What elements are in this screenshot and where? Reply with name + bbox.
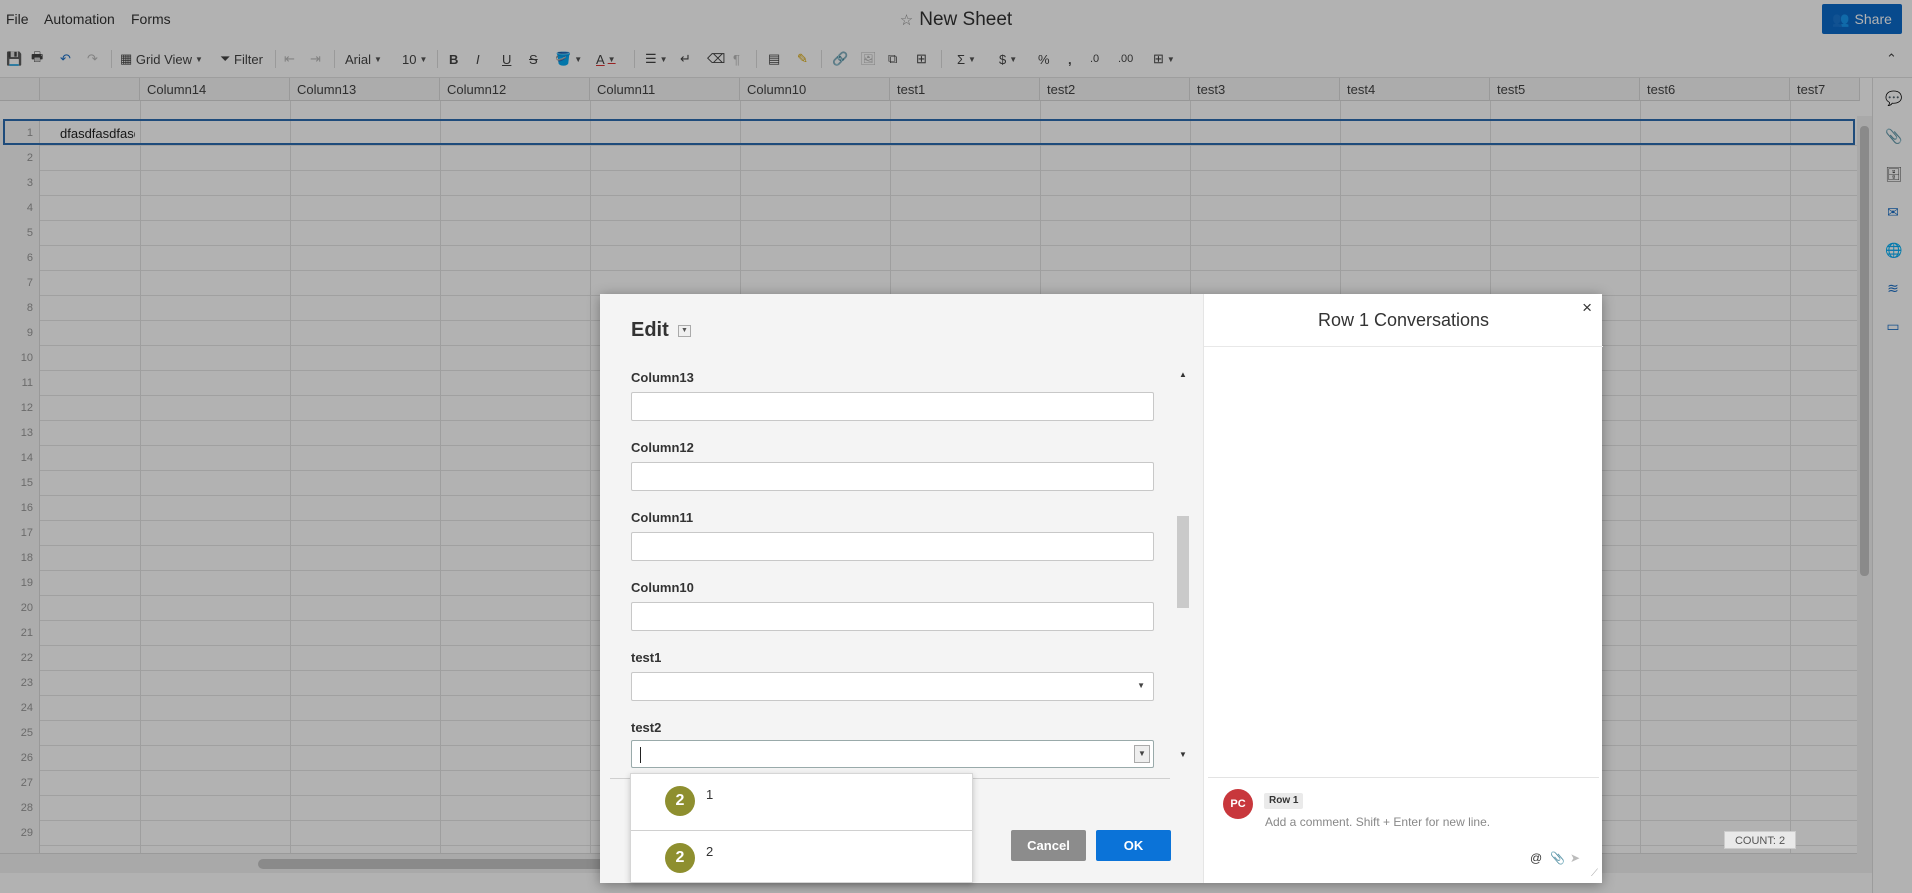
option-badge: 2 [665,786,695,816]
field-label: Column11 [631,510,694,525]
scroll-down-icon[interactable]: ▼ [1179,750,1187,759]
attach-icon[interactable]: 📎 [1550,851,1565,865]
divider [1204,346,1603,347]
row-reference-tag: Row 1 [1264,793,1304,809]
test2-select[interactable]: ▼ [631,740,1154,768]
chevron-down-icon[interactable]: ▼ [678,325,691,337]
chevron-down-icon[interactable]: ▼ [1134,745,1150,763]
edit-form-panel: Edit ▼ Column13 Column12 Column11 Column… [600,294,1203,883]
cancel-button[interactable]: Cancel [1011,830,1086,861]
column13-field[interactable] [631,392,1154,421]
test1-select[interactable]: ▼ [631,672,1154,701]
conversations-title: Row 1 Conversations [1317,310,1490,330]
comment-input[interactable]: Add a comment. Shift + Enter for new lin… [1265,815,1490,829]
column11-field[interactable] [631,532,1154,561]
field-label: test1 [631,650,662,665]
ok-button[interactable]: OK [1096,830,1171,861]
field-label: Column12 [631,440,694,455]
avatar: PC [1223,789,1253,819]
close-icon[interactable]: × [1582,298,1592,318]
text-cursor [640,747,641,763]
field-label: Column10 [631,580,694,595]
chevron-down-icon: ▼ [1137,681,1145,690]
selection-count: COUNT: 2 [1724,831,1796,849]
mention-icon[interactable]: @ [1530,851,1542,865]
send-icon[interactable]: ➤ [1570,851,1580,865]
dropdown-option[interactable]: 2 1 [631,774,972,831]
edit-row-dialog: Edit ▼ Column13 Column12 Column11 Column… [600,294,1603,883]
option-badge: 2 [665,843,695,873]
option-label: 1 [706,787,714,802]
conversations-panel: Row 1 Conversations × PC Row 1 Add a com… [1203,294,1603,883]
form-scrollbar-thumb[interactable] [1177,516,1189,608]
column10-field[interactable] [631,602,1154,631]
option-label: 2 [706,844,714,859]
column12-field[interactable] [631,462,1154,491]
divider [1208,777,1599,778]
dialog-title: Edit [631,319,669,341]
field-label: Column13 [631,370,694,385]
field-label: test2 [631,720,662,735]
resize-handle[interactable]: ⟋ [1591,868,1598,879]
test2-options-list: 2 1 2 2 [630,773,973,883]
dropdown-option[interactable]: 2 2 [631,831,972,882]
scroll-up-icon[interactable]: ▲ [1179,370,1187,379]
